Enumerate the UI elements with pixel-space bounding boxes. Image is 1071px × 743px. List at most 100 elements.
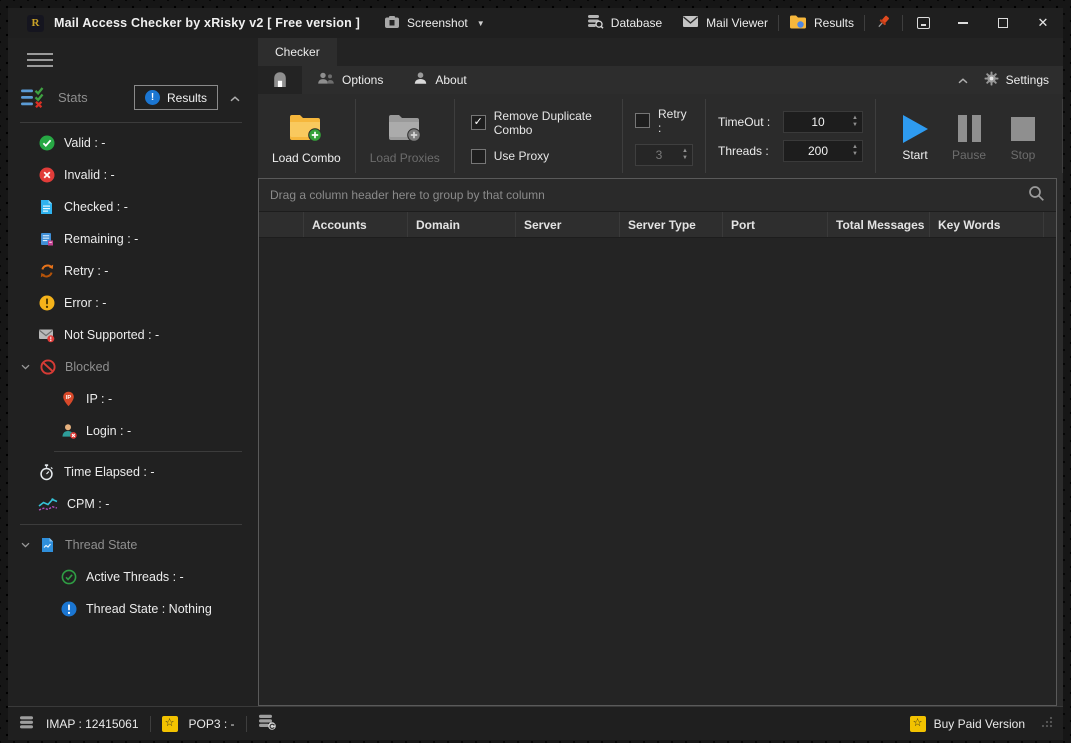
settings-button[interactable]: Settings bbox=[984, 71, 1049, 89]
timeout-label: TimeOut : bbox=[718, 115, 775, 129]
checkbox-unchecked-icon[interactable] bbox=[635, 113, 650, 128]
database-button[interactable]: Database bbox=[577, 8, 672, 38]
use-proxy-checkbox[interactable]: Use Proxy bbox=[471, 149, 606, 164]
imap-count: IMAP : 12415061 bbox=[46, 717, 139, 731]
info-icon: ! bbox=[145, 90, 160, 105]
stopwatch-icon bbox=[38, 464, 55, 481]
pin-button[interactable] bbox=[865, 8, 902, 38]
settings-label: Settings bbox=[1006, 73, 1049, 87]
grid-column-indicator bbox=[259, 212, 304, 237]
grid-column-domain[interactable]: Domain bbox=[408, 212, 516, 237]
tab-about[interactable]: About bbox=[398, 66, 481, 94]
checkbox-unchecked-icon[interactable] bbox=[471, 149, 486, 164]
collapse-chevron-up-icon[interactable] bbox=[230, 91, 240, 105]
stat-label: Remaining : - bbox=[64, 232, 138, 246]
stat-invalid: Invalid : - bbox=[8, 159, 258, 191]
timeout-stepper[interactable]: 10 ▲▼ bbox=[783, 111, 863, 133]
stat-label: Blocked bbox=[65, 360, 109, 374]
tab-checker-label: Checker bbox=[275, 45, 320, 59]
active-threads-icon bbox=[60, 569, 77, 586]
close-icon: ✕ bbox=[1038, 15, 1049, 31]
close-button[interactable]: ✕ bbox=[1023, 8, 1063, 38]
start-button[interactable]: Start bbox=[892, 111, 938, 162]
screenshot-label: Screenshot bbox=[407, 16, 468, 30]
stop-label: Stop bbox=[1011, 148, 1036, 162]
stat-label: Active Threads : - bbox=[86, 570, 184, 584]
stat-label: Error : - bbox=[64, 296, 106, 310]
stat-label: Thread State : Nothing bbox=[86, 602, 212, 616]
load-combo-button[interactable]: Load Combo bbox=[270, 108, 343, 165]
search-button[interactable] bbox=[1028, 185, 1045, 205]
results-label: Results bbox=[814, 16, 854, 30]
play-icon bbox=[903, 115, 928, 143]
maximize-icon bbox=[998, 18, 1008, 28]
database-search-icon bbox=[587, 13, 604, 33]
maximize-button[interactable] bbox=[983, 8, 1023, 38]
ribbon-separator bbox=[1062, 99, 1063, 173]
retry-checkbox[interactable]: Retry : bbox=[635, 107, 693, 135]
stat-error: Error : - bbox=[8, 287, 258, 319]
stat-label: IP : - bbox=[86, 392, 112, 406]
retry-count-stepper[interactable]: 3 ▲▼ bbox=[635, 144, 693, 166]
checkbox-checked-icon[interactable]: ✓ bbox=[471, 115, 486, 130]
remaining-icon bbox=[38, 231, 55, 248]
home-icon bbox=[271, 70, 289, 91]
gear-icon bbox=[984, 71, 999, 89]
threads-value: 200 bbox=[784, 144, 852, 158]
group-by-panel[interactable]: Drag a column header here to group by th… bbox=[259, 179, 1056, 212]
grid-header-row: Accounts Domain Server Server Type Port … bbox=[259, 212, 1056, 238]
app-logo-icon: R bbox=[27, 15, 44, 32]
mail-viewer-button[interactable]: Mail Viewer bbox=[672, 8, 778, 38]
stat-blocked-ip: IP IP : - bbox=[8, 383, 258, 415]
tab-options-label: Options bbox=[342, 73, 383, 87]
grid-column-total-messages[interactable]: Total Messages bbox=[828, 212, 930, 237]
database-refresh-button[interactable] bbox=[258, 713, 277, 734]
stat-retry: Retry : - bbox=[8, 255, 258, 287]
ribbon-collapse-chevron-up-icon[interactable] bbox=[958, 73, 968, 87]
search-icon bbox=[1028, 185, 1045, 205]
stat-group-blocked[interactable]: Blocked bbox=[8, 351, 258, 383]
tab-options[interactable]: Options bbox=[302, 66, 398, 94]
hamburger-menu-button[interactable] bbox=[27, 53, 53, 67]
stat-remaining: Remaining : - bbox=[8, 223, 258, 255]
grid-column-key-words[interactable]: Key Words bbox=[930, 212, 1044, 237]
remove-duplicate-combo-checkbox[interactable]: ✓ Remove Duplicate Combo bbox=[471, 109, 606, 137]
document-tab-bar: Checker bbox=[258, 38, 1063, 66]
screenshot-button[interactable]: Screenshot ▼ bbox=[374, 8, 495, 38]
pause-button[interactable]: Pause bbox=[946, 111, 992, 162]
grid-column-accounts[interactable]: Accounts bbox=[304, 212, 408, 237]
use-proxy-label: Use Proxy bbox=[494, 149, 549, 163]
sidebar-divider bbox=[20, 524, 242, 525]
stat-valid: Valid : - bbox=[8, 127, 258, 159]
stat-label: Login : - bbox=[86, 424, 131, 438]
tab-home[interactable] bbox=[258, 66, 302, 94]
main-panel: Checker Options About bbox=[258, 38, 1063, 706]
buy-paid-version-link[interactable]: Buy Paid Version bbox=[934, 717, 1025, 731]
grid-column-server-type[interactable]: Server Type bbox=[620, 212, 723, 237]
minimize-to-tray-button[interactable] bbox=[903, 8, 943, 38]
pop3-star-icon: ☆ bbox=[162, 716, 178, 732]
ribbon-content: Load Combo Load Proxies ✓ Remove Dup bbox=[258, 94, 1063, 178]
error-icon bbox=[38, 295, 55, 312]
stat-thread-state-value: Thread State : Nothing bbox=[8, 593, 258, 625]
threads-stepper[interactable]: 200 ▲▼ bbox=[783, 140, 863, 162]
load-proxies-button[interactable]: Load Proxies bbox=[368, 108, 442, 165]
grid-body-empty[interactable] bbox=[259, 238, 1056, 705]
stepper-arrows-icon[interactable]: ▲▼ bbox=[852, 115, 862, 128]
stat-group-thread-state[interactable]: Thread State bbox=[8, 529, 258, 561]
stat-label: Thread State bbox=[65, 538, 137, 552]
buy-star-icon: ☆ bbox=[910, 716, 926, 732]
resize-grip[interactable] bbox=[1041, 716, 1053, 731]
stat-label: Not Supported : - bbox=[64, 328, 159, 342]
tab-checker[interactable]: Checker bbox=[258, 38, 337, 66]
stepper-arrows-icon[interactable]: ▲▼ bbox=[852, 144, 862, 157]
grid-column-port[interactable]: Port bbox=[723, 212, 828, 237]
grid-column-server[interactable]: Server bbox=[516, 212, 620, 237]
stop-button[interactable]: Stop bbox=[1000, 111, 1046, 162]
minimize-button[interactable] bbox=[943, 8, 983, 38]
results-button[interactable]: Results bbox=[779, 8, 864, 38]
folder-add-disabled-icon bbox=[387, 112, 423, 146]
stepper-arrows-icon[interactable]: ▲▼ bbox=[682, 148, 692, 161]
blocked-icon bbox=[39, 359, 56, 376]
sidebar-results-button[interactable]: ! Results bbox=[134, 85, 218, 110]
